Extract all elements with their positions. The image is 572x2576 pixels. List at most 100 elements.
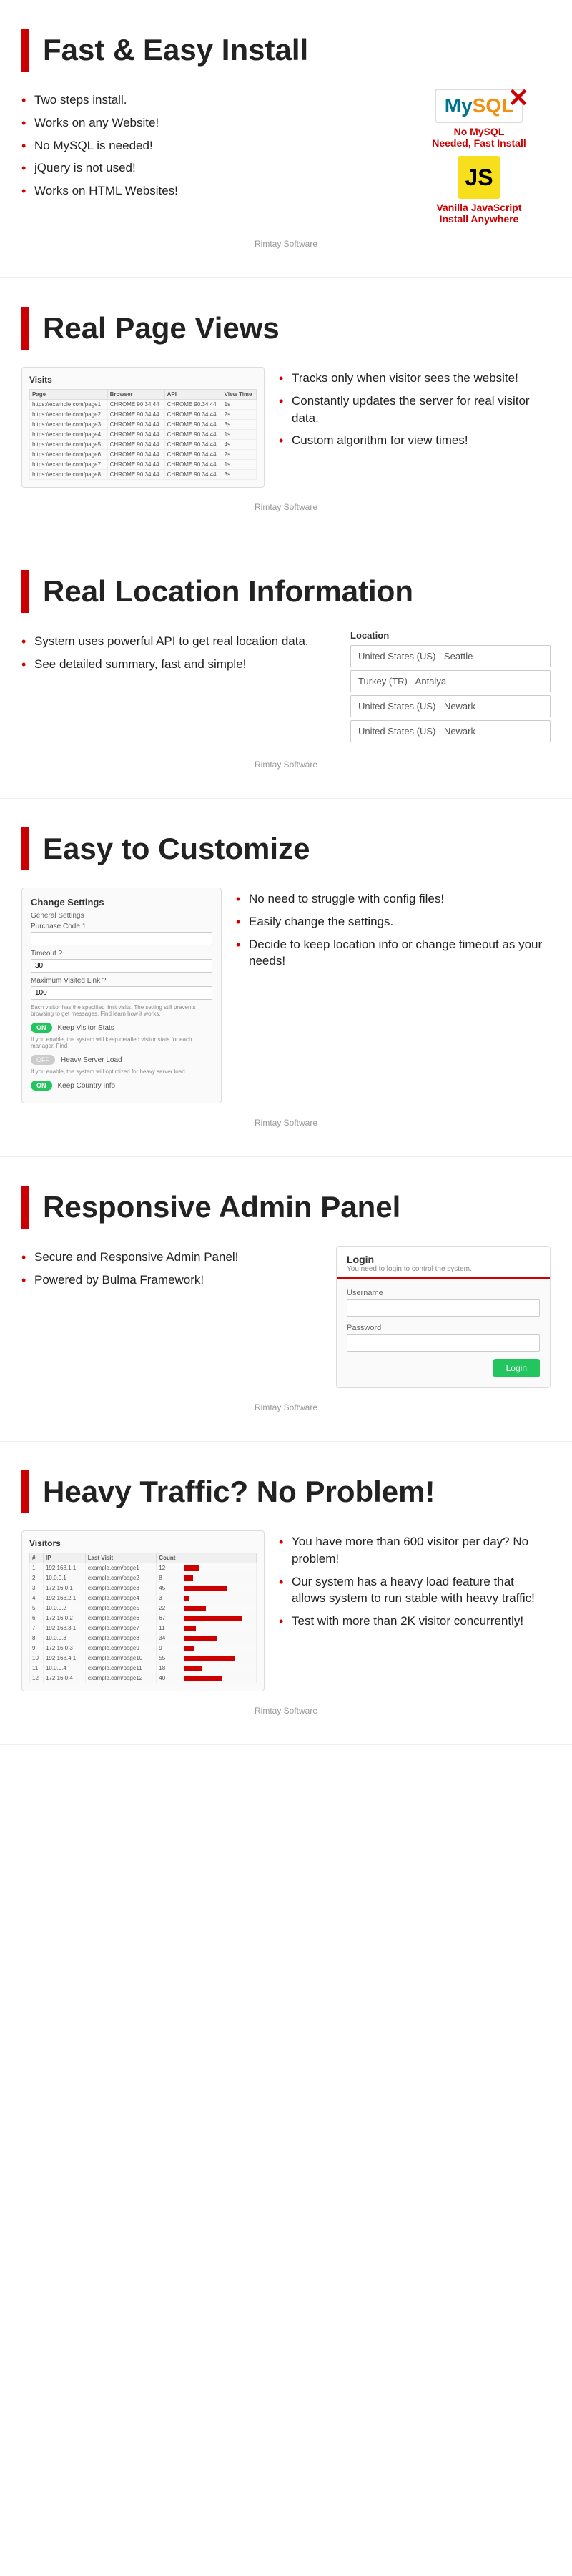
red-accent-bar [21, 827, 29, 870]
list-item: Constantly updates the server for real v… [279, 390, 551, 430]
table-cell: 10.0.0.2 [43, 1603, 85, 1613]
visits-mini-table: Page Browser API View Time https://examp… [29, 389, 257, 480]
table-cell: 12 [157, 1563, 182, 1573]
table-row: https://example.com/page1CHROME 90.34.44… [30, 400, 257, 410]
login-button[interactable]: Login [493, 1359, 540, 1377]
visits-table-title: Visits [29, 375, 257, 385]
easy-customize-title: Easy to Customize [43, 832, 310, 865]
table-row: 9172.16.0.3example.com/page99 [30, 1643, 257, 1653]
table-row: 1192.168.1.1example.com/page112 [30, 1563, 257, 1573]
table-row: https://example.com/page3CHROME 90.34.44… [30, 420, 257, 430]
table-cell: 9 [157, 1643, 182, 1653]
table-cell: 3 [157, 1593, 182, 1603]
table-cell: 11 [30, 1663, 44, 1673]
mysql-logo: MySQL ✕ [435, 89, 523, 123]
table-cell: CHROME 90.34.44 [107, 410, 164, 420]
red-accent-bar [21, 1186, 29, 1229]
toggle-on-badge[interactable]: ON [31, 1023, 52, 1033]
max-visited-input[interactable] [31, 986, 212, 1000]
col-num: # [30, 1553, 44, 1563]
x-mark-icon: ✕ [508, 83, 529, 113]
table-cell: 192.168.2.1 [43, 1593, 85, 1603]
table-cell: example.com/page7 [85, 1623, 157, 1633]
table-cell: 172.16.0.3 [43, 1643, 85, 1653]
settings-mock: Change Settings General Settings Purchas… [21, 888, 222, 1103]
table-cell: example.com/page11 [85, 1663, 157, 1673]
location-bullets: System uses powerful API to get real loc… [21, 630, 329, 676]
table-cell: CHROME 90.34.44 [164, 420, 222, 430]
table-row: 7192.168.3.1example.com/page711 [30, 1623, 257, 1633]
table-cell: example.com/page3 [85, 1583, 157, 1593]
list-item: Tracks only when visitor sees the websit… [279, 367, 551, 390]
purchase-code-input[interactable] [31, 932, 212, 945]
table-cell: CHROME 90.34.44 [164, 450, 222, 460]
table-row: 3172.16.0.1example.com/page345 [30, 1583, 257, 1593]
table-cell: CHROME 90.34.44 [107, 420, 164, 430]
keep-visitor-stats-toggle-row: ON Keep Visitor Stats [31, 1023, 212, 1033]
rimtay-credit: Rimtay Software [21, 1402, 551, 1420]
table-cell: 3s [222, 470, 256, 480]
col-viewtime: View Time [222, 390, 256, 400]
table-cell: example.com/page1 [85, 1563, 157, 1573]
page-views-list: Tracks only when visitor sees the websit… [279, 367, 551, 452]
login-subtitle: You need to login to control the system. [347, 1265, 540, 1273]
visitors-mock: Visitors # IP Last Visit Count 1192.168.… [21, 1530, 265, 1691]
settings-title: Change Settings [31, 897, 212, 908]
page-views-bullets: Tracks only when visitor sees the websit… [279, 367, 551, 452]
visitors-table: # IP Last Visit Count 1192.168.1.1exampl… [29, 1553, 257, 1683]
list-item: jQuery is not used! [21, 157, 393, 180]
table-cell: example.com/page12 [85, 1673, 157, 1683]
col-count: Count [157, 1553, 182, 1563]
table-cell: https://example.com/page4 [30, 430, 108, 440]
rimtay-credit: Rimtay Software [21, 1706, 551, 1723]
mysql-label: No MySQL Needed, Fast Install [432, 126, 526, 149]
table-cell: CHROME 90.34.44 [164, 410, 222, 420]
mysql-badge-box: MySQL ✕ No MySQL Needed, Fast Install [432, 89, 526, 149]
table-row: https://example.com/page6CHROME 90.34.44… [30, 450, 257, 460]
red-accent-bar [21, 307, 29, 350]
table-cell: 172.16.0.1 [43, 1583, 85, 1593]
table-cell: 7 [30, 1623, 44, 1633]
table-row: 12172.16.0.4example.com/page1240 [30, 1673, 257, 1683]
table-row: https://example.com/page5CHROME 90.34.44… [30, 440, 257, 450]
table-cell: 4 [30, 1593, 44, 1603]
table-cell: 45 [157, 1583, 182, 1593]
fast-install-icons: MySQL ✕ No MySQL Needed, Fast Install JS… [408, 89, 551, 225]
rimtay-credit: Rimtay Software [21, 502, 551, 519]
bar-cell [182, 1663, 257, 1673]
col-page: Page [30, 390, 108, 400]
bar-cell [182, 1573, 257, 1583]
password-input[interactable] [347, 1334, 540, 1352]
toggle-off-badge[interactable]: OFF [31, 1055, 55, 1065]
table-cell: CHROME 90.34.44 [107, 450, 164, 460]
visits-table-mock: Visits Page Browser API View Time https:… [21, 367, 265, 488]
table-cell: 2 [30, 1573, 44, 1583]
table-cell: 34 [157, 1633, 182, 1643]
location-row: Turkey (TR) - Antalya [350, 670, 551, 692]
bar-cell [182, 1603, 257, 1613]
table-cell: example.com/page8 [85, 1633, 157, 1643]
list-item: See detailed summary, fast and simple! [21, 653, 329, 676]
list-item: Works on any Website! [21, 112, 393, 134]
heavy-server-load-label: Heavy Server Load [61, 1056, 122, 1064]
username-input[interactable] [347, 1299, 540, 1317]
customize-bullets: No need to struggle with config files! E… [236, 888, 551, 973]
list-item: You have more than 600 visitor per day? … [279, 1530, 551, 1570]
table-cell: example.com/page6 [85, 1613, 157, 1623]
table-row: 210.0.0.1example.com/page28 [30, 1573, 257, 1583]
easy-customize-section: Easy to Customize Change Settings Genera… [0, 799, 572, 1157]
js-label: Vanilla JavaScript Install Anywhere [436, 202, 521, 225]
timeout-label: Timeout ? [31, 950, 212, 958]
admin-list: Secure and Responsive Admin Panel! Power… [21, 1246, 322, 1292]
list-item: System uses powerful API to get real loc… [21, 630, 329, 653]
col-bar [182, 1553, 257, 1563]
timeout-input[interactable] [31, 959, 212, 973]
toggle1-desc: If you enable, the system will keep deta… [31, 1036, 212, 1049]
table-row: 6172.16.0.2example.com/page667 [30, 1613, 257, 1623]
location-row: United States (US) - Seattle [350, 645, 551, 667]
toggle-on-badge[interactable]: ON [31, 1081, 52, 1091]
max-visited-label: Maximum Visited Link ? [31, 977, 212, 985]
bar-cell [182, 1673, 257, 1683]
visitors-title: Visitors [29, 1538, 257, 1548]
bar-cell [182, 1613, 257, 1623]
